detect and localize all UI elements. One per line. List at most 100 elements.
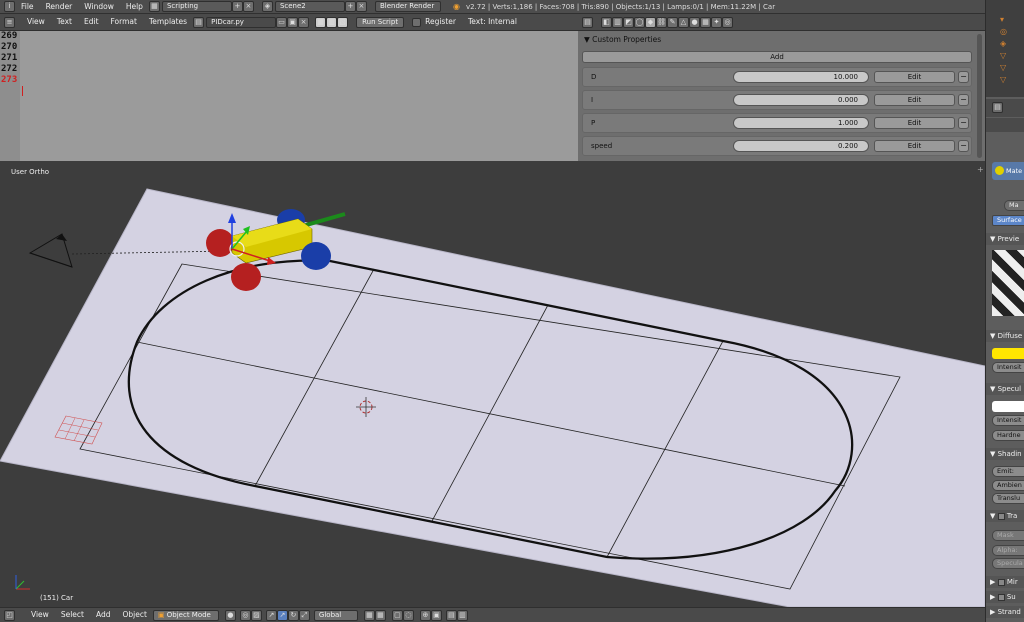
property-remove-button[interactable]: − — [958, 140, 969, 152]
sss-section[interactable]: ▶ Su — [986, 591, 1024, 603]
viewport-shading-icon[interactable]: ● — [224, 609, 236, 621]
screen-layout-icon[interactable]: ▦ — [148, 1, 160, 12]
specular-section[interactable]: ▼ Specul — [986, 383, 1024, 395]
render-engine-select[interactable]: Blender Render — [374, 1, 441, 12]
viewport-corner-widget[interactable]: + — [977, 165, 984, 174]
render-preview-icon[interactable]: ▤ — [445, 609, 457, 621]
mirror-section[interactable]: ▶ Mir — [986, 576, 1024, 588]
translate-manipulator-icon[interactable]: ↗ — [276, 609, 288, 621]
diffuse-intensity-field[interactable]: Intensit — [992, 362, 1024, 373]
property-edit-button[interactable]: Edit — [874, 94, 955, 106]
emit-field[interactable]: Emit: — [992, 466, 1024, 477]
snap-element-icon[interactable]: ▣ — [430, 609, 442, 621]
properties-type-icon[interactable]: ▤ — [582, 16, 593, 28]
material-slot[interactable]: Mate — [992, 162, 1024, 180]
specular-color-swatch[interactable] — [992, 401, 1024, 412]
mirror-checkbox[interactable] — [997, 578, 1005, 586]
scene-icon[interactable]: ◈ — [261, 1, 273, 12]
property-value-field[interactable]: 0.200 — [733, 140, 869, 152]
render-tab-icon[interactable]: ◧ — [601, 16, 612, 28]
lock-camera-icon[interactable]: ▢ — [391, 609, 403, 621]
rotate-manipulator-icon[interactable]: ↻ — [287, 609, 299, 621]
transparency-section[interactable]: ▼ Tra — [986, 510, 1024, 522]
render-layers-tab-icon[interactable]: ▥ — [612, 16, 623, 28]
run-script-button[interactable]: Run Script — [356, 16, 405, 28]
text-menu-text[interactable]: Text — [51, 15, 78, 29]
surface-tab[interactable]: Surface — [992, 215, 1024, 226]
view3d-menu-select[interactable]: Select — [55, 608, 90, 622]
diffuse-section[interactable]: ▼ Diffuse — [986, 330, 1024, 342]
specular-alpha-field[interactable]: Specula — [992, 558, 1024, 569]
constraints-tab-icon[interactable]: ⛓ — [656, 16, 667, 28]
view3d-menu-object[interactable]: Object — [116, 608, 152, 622]
property-edit-button[interactable]: Edit — [874, 140, 955, 152]
modifiers-tab-icon[interactable]: ✎ — [667, 16, 678, 28]
editor-type-icon[interactable]: i — [4, 1, 15, 12]
word-wrap-toggle-icon[interactable]: ▥ — [326, 16, 338, 28]
property-edit-button[interactable]: Edit — [874, 117, 955, 129]
close-text-icon[interactable]: × — [298, 16, 310, 28]
text-menu-format[interactable]: Format — [105, 15, 143, 29]
pivot-point-icon[interactable]: ◎ — [239, 609, 251, 621]
outliner-type-icon[interactable]: ▤ — [992, 102, 1003, 113]
text-editor-type-icon[interactable]: ≡ — [4, 16, 15, 28]
interaction-mode-select[interactable]: ▣ Object Mode — [152, 609, 219, 621]
ambient-field[interactable]: Ambien — [992, 480, 1024, 491]
delete-scene-icon[interactable]: × — [355, 1, 367, 12]
mask-button[interactable]: Mask — [992, 530, 1024, 541]
world-tab-icon[interactable]: ◯ — [634, 16, 645, 28]
particles-tab-icon[interactable]: ✦ — [711, 16, 722, 28]
specular-intensity-field[interactable]: Intensit — [992, 415, 1024, 426]
manipulator-toggle-icon[interactable]: ↗ — [265, 609, 277, 621]
property-remove-button[interactable]: − — [958, 71, 969, 83]
3d-view-type-icon[interactable]: ◰ — [4, 609, 15, 621]
snap-icon[interactable]: ⊕ — [419, 609, 431, 621]
line-numbers-toggle-icon[interactable]: ▦ — [315, 16, 327, 28]
preview-section[interactable]: ▼ Previe — [986, 233, 1024, 245]
property-value-field[interactable]: 10.000 — [733, 71, 869, 83]
hardness-field[interactable]: Hardne — [992, 430, 1024, 441]
translucency-field[interactable]: Translu — [992, 493, 1024, 504]
diffuse-color-swatch[interactable] — [992, 348, 1024, 359]
text-area[interactable] — [20, 31, 578, 161]
new-text-icon[interactable]: ▭ — [276, 16, 288, 28]
scale-manipulator-icon[interactable]: ⤢ — [298, 609, 310, 621]
view3d-menu-view[interactable]: View — [25, 608, 55, 622]
property-remove-button[interactable]: − — [958, 94, 969, 106]
add-scene-icon[interactable]: + — [344, 1, 356, 12]
text-filename-field[interactable]: PIDcar.py — [206, 16, 277, 28]
object-tab-icon[interactable]: ◆ — [645, 16, 656, 28]
text-menu-edit[interactable]: Edit — [78, 15, 105, 29]
scene-field[interactable]: Scene2 — [274, 1, 345, 12]
menu-window[interactable]: Window — [78, 0, 120, 14]
transparency-checkbox[interactable] — [997, 512, 1005, 520]
text-menu-view[interactable]: View — [21, 15, 51, 29]
open-text-icon[interactable]: ▣ — [287, 16, 299, 28]
text-menu-templates[interactable]: Templates — [143, 15, 193, 29]
property-edit-button[interactable]: Edit — [874, 71, 955, 83]
text-browse-icon[interactable]: ▤ — [193, 16, 205, 28]
material-name-field[interactable]: Ma — [1004, 200, 1024, 211]
occlude-geometry-icon[interactable]: ▨ — [250, 609, 262, 621]
view3d-menu-add[interactable]: Add — [90, 608, 117, 622]
physics-tab-icon[interactable]: ◎ — [722, 16, 733, 28]
register-checkbox[interactable] — [412, 17, 422, 27]
material-tab-icon[interactable]: ● — [689, 16, 700, 28]
shading-section[interactable]: ▼ Shadin — [986, 448, 1024, 460]
data-tab-icon[interactable]: △ — [678, 16, 689, 28]
property-remove-button[interactable]: − — [958, 117, 969, 129]
layer-buttons-icon[interactable]: ▦ — [363, 609, 375, 621]
property-value-field[interactable]: 1.000 — [733, 117, 869, 129]
strand-section[interactable]: ▶ Strand — [986, 606, 1024, 618]
texture-tab-icon[interactable]: ▦ — [700, 16, 711, 28]
custom-properties-title[interactable]: ▼ Custom Properties — [584, 35, 661, 44]
3d-viewport[interactable]: User Ortho (151) Car + — [0, 161, 985, 607]
menu-render[interactable]: Render — [40, 0, 79, 14]
scene-tab-icon[interactable]: ◩ — [623, 16, 634, 28]
menu-file[interactable]: File — [15, 0, 40, 14]
proportional-edit-icon[interactable]: ◌ — [402, 609, 414, 621]
menu-help[interactable]: Help — [120, 0, 149, 14]
properties-scrollbar[interactable] — [977, 34, 982, 158]
add-property-button[interactable]: Add — [582, 51, 972, 63]
delete-screen-icon[interactable]: × — [242, 1, 254, 12]
